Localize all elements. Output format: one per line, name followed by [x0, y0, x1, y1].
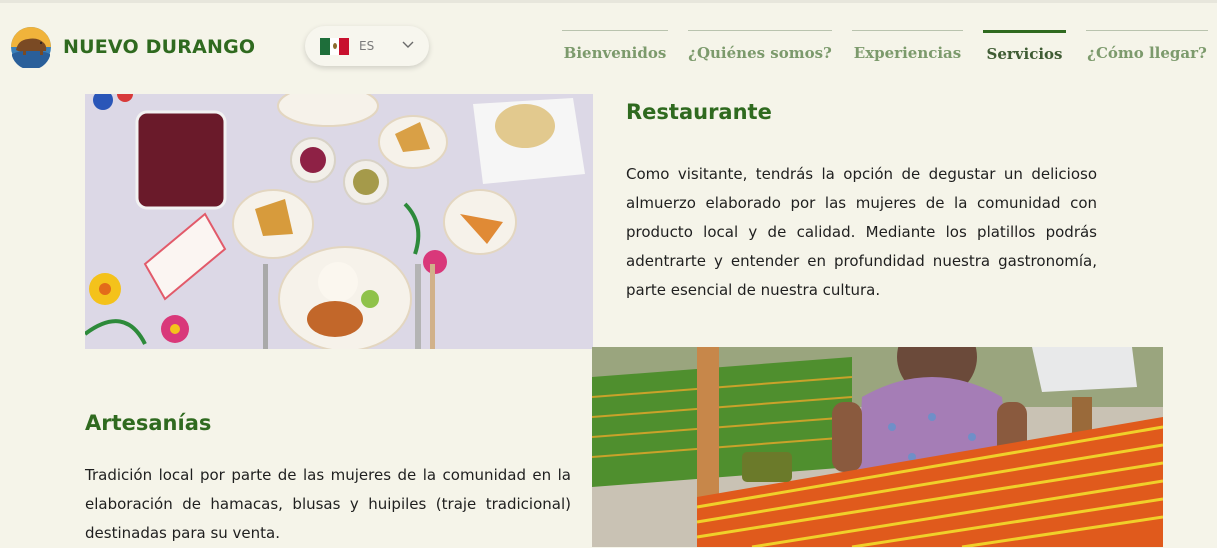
logo-text: NUEVO DURANGO [63, 36, 256, 58]
site-logo[interactable]: NUEVO DURANGO [10, 26, 255, 68]
restaurant-food-image [85, 94, 593, 349]
top-border [0, 0, 1217, 3]
artesanias-text: Tradición local por parte de las mujeres… [85, 466, 571, 542]
nav-experiencias[interactable]: Experiencias [852, 30, 963, 71]
language-code: ES [359, 39, 375, 53]
nav-bienvenidos[interactable]: Bienvenidos [562, 30, 668, 71]
restaurante-title: Restaurante [626, 100, 772, 124]
nav-servicios[interactable]: Servicios [983, 30, 1066, 73]
artesanias-title: Artesanías [85, 411, 212, 435]
nav-quienes-somos[interactable]: ¿Quiénes somos? [688, 30, 832, 71]
mexico-flag-icon [320, 38, 350, 55]
restaurante-text: Como visitante, tendrás la opción de deg… [626, 165, 1097, 299]
chevron-down-icon [402, 41, 414, 48]
tapir-logo-icon [11, 27, 51, 68]
nav-como-llegar[interactable]: ¿Cómo llegar? [1086, 30, 1208, 71]
artesanias-hammock-image [592, 347, 1163, 547]
language-selector[interactable]: ES [305, 26, 429, 66]
